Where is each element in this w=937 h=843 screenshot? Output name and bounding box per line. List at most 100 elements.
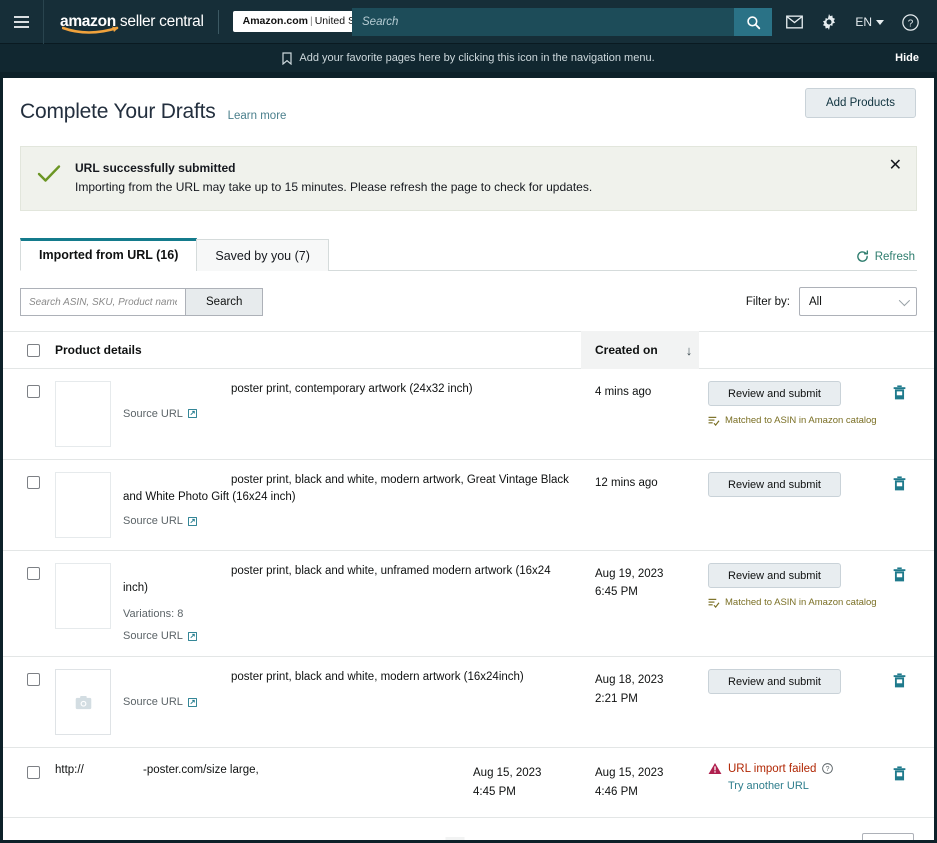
top-navigation-bar: amazon seller central Amazon.com|United … bbox=[0, 0, 937, 44]
amazon-seller-central-logo[interactable]: amazon seller central bbox=[60, 13, 204, 31]
matched-asin-badge: Matched to ASIN in Amazon catalog bbox=[708, 597, 916, 608]
marketplace-store: Amazon.com bbox=[243, 15, 308, 27]
search-icon bbox=[746, 15, 761, 30]
matched-list-icon bbox=[708, 598, 720, 608]
action-cell: URL import failed ? Try another URL bbox=[699, 762, 934, 801]
delete-draft-button[interactable] bbox=[893, 673, 906, 693]
product-cell: poster print, black and white, modern ar… bbox=[55, 472, 581, 538]
delete-draft-button[interactable] bbox=[893, 766, 906, 786]
global-search-input[interactable] bbox=[352, 8, 734, 36]
hide-favorites-bar-button[interactable]: Hide bbox=[895, 52, 919, 64]
hamburger-menu-icon[interactable] bbox=[0, 0, 44, 44]
source-url-link[interactable]: Source URL bbox=[123, 696, 197, 708]
success-alert-banner: URL successfully submitted Importing fro… bbox=[20, 146, 917, 211]
table-header-row: Product details Created on ↓ bbox=[3, 331, 934, 369]
url-cell: http:// -poster.com/size large, bbox=[55, 762, 463, 801]
select-all-checkbox[interactable] bbox=[27, 344, 40, 357]
product-cell: poster print, black and white, unframed … bbox=[55, 563, 581, 644]
matched-asin-label: Matched to ASIN in Amazon catalog bbox=[725, 415, 877, 426]
select-all-cell bbox=[3, 344, 55, 357]
action-cell: Review and submit Matched to ASIN in Ama… bbox=[699, 563, 934, 644]
help-circle-icon[interactable]: ? bbox=[902, 14, 919, 31]
product-name: poster print, contemporary artwork (24x3… bbox=[123, 381, 571, 398]
product-info: poster print, black and white, modern ar… bbox=[111, 472, 581, 538]
favorites-message: Add your favorite pages here by clicking… bbox=[299, 52, 654, 64]
help-circle-icon[interactable]: ? bbox=[822, 763, 833, 774]
row-checkbox[interactable] bbox=[27, 766, 40, 779]
variations-count: Variations: 8 bbox=[123, 608, 571, 620]
action-cell: Review and submit Matched to ASIN in Ama… bbox=[699, 381, 934, 447]
results-per-page-select[interactable]: 10 bbox=[862, 833, 914, 840]
global-search-button[interactable] bbox=[734, 8, 772, 36]
delete-draft-button[interactable] bbox=[893, 385, 906, 405]
page-title: Complete Your Drafts bbox=[20, 100, 216, 124]
source-url-link[interactable]: Source URL bbox=[123, 630, 197, 642]
submitted-time: 4:45 PM bbox=[473, 783, 581, 801]
delete-draft-button[interactable] bbox=[893, 567, 906, 587]
created-date: Aug 19, 2023 bbox=[595, 565, 699, 583]
global-search bbox=[352, 8, 772, 36]
source-url-link[interactable]: Source URL bbox=[123, 408, 197, 420]
product-thumbnail bbox=[55, 472, 111, 538]
created-time: 6:45 PM bbox=[595, 583, 699, 601]
tab-imported-from-url[interactable]: Imported from URL (16) bbox=[20, 238, 197, 271]
check-icon bbox=[37, 161, 61, 194]
tab-saved-by-you[interactable]: Saved by you (7) bbox=[196, 239, 329, 271]
review-and-submit-button[interactable]: Review and submit bbox=[708, 669, 841, 694]
try-another-url-link[interactable]: Try another URL bbox=[728, 780, 916, 792]
column-header-created-on[interactable]: Created on ↓ bbox=[581, 331, 699, 369]
source-url-label: Source URL bbox=[123, 408, 183, 420]
filter-control: Filter by: All bbox=[746, 287, 917, 316]
filter-select[interactable]: All bbox=[799, 287, 917, 316]
pagination-page-1[interactable]: 1 bbox=[445, 837, 464, 840]
warning-triangle-icon bbox=[708, 762, 722, 775]
trash-icon bbox=[893, 673, 906, 688]
language-selector[interactable]: EN bbox=[855, 15, 884, 29]
svg-text:?: ? bbox=[826, 766, 830, 773]
refresh-button[interactable]: Refresh bbox=[856, 250, 915, 263]
review-and-submit-button[interactable]: Review and submit bbox=[708, 563, 841, 588]
gear-icon[interactable] bbox=[821, 14, 837, 30]
external-link-icon bbox=[188, 632, 197, 641]
app-window: amazon seller central Amazon.com|United … bbox=[0, 0, 937, 843]
mail-icon[interactable] bbox=[786, 15, 803, 29]
product-search-input[interactable] bbox=[29, 297, 177, 308]
product-name: poster print, black and white, modern ar… bbox=[123, 472, 571, 505]
import-failed-label: URL import failed bbox=[728, 763, 816, 775]
review-and-submit-button[interactable]: Review and submit bbox=[708, 381, 841, 406]
row-checkbox[interactable] bbox=[27, 673, 40, 686]
product-search-button[interactable]: Search bbox=[185, 288, 263, 316]
close-icon[interactable]: ✕ bbox=[889, 158, 902, 174]
product-info: poster print, contemporary artwork (24x3… bbox=[111, 381, 581, 447]
page-header: Complete Your Drafts Learn more Add Prod… bbox=[3, 78, 934, 124]
row-checkbox[interactable] bbox=[27, 476, 40, 489]
created-on-cell: Aug 19, 2023 6:45 PM bbox=[581, 563, 699, 644]
created-time: 4:46 PM bbox=[595, 783, 699, 801]
product-info: poster print, black and white, modern ar… bbox=[111, 669, 581, 735]
delete-draft-button[interactable] bbox=[893, 476, 906, 496]
product-search-box bbox=[20, 288, 185, 316]
trash-icon bbox=[893, 385, 906, 400]
review-and-submit-button[interactable]: Review and submit bbox=[708, 472, 841, 497]
pagination-page-2[interactable]: 2 bbox=[473, 837, 492, 840]
action-cell: Review and submit bbox=[699, 669, 934, 735]
external-link-icon bbox=[188, 698, 197, 707]
row-checkbox[interactable] bbox=[27, 385, 40, 398]
results-per-page-control: Results per page 10 bbox=[765, 833, 914, 840]
nav-divider bbox=[218, 10, 219, 34]
learn-more-link[interactable]: Learn more bbox=[228, 103, 287, 122]
add-products-button[interactable]: Add Products bbox=[805, 88, 916, 118]
product-thumbnail bbox=[55, 381, 111, 447]
alert-title: URL successfully submitted bbox=[75, 161, 592, 175]
created-on-cell: Aug 18, 2023 2:21 PM bbox=[581, 669, 699, 735]
created-date: 12 mins ago bbox=[595, 474, 699, 492]
row-select-cell bbox=[3, 669, 55, 735]
table-toolbar: Search Filter by: All bbox=[20, 287, 917, 317]
source-url-link[interactable]: Source URL bbox=[123, 515, 197, 527]
product-cell: poster print, contemporary artwork (24x3… bbox=[55, 381, 581, 447]
row-checkbox[interactable] bbox=[27, 567, 40, 580]
chevron-down-icon bbox=[899, 294, 910, 305]
table-row: poster print, black and white, modern ar… bbox=[3, 657, 934, 748]
main-content: Complete Your Drafts Learn more Add Prod… bbox=[3, 78, 934, 840]
pagination: ‹ 1 2 › bbox=[432, 837, 505, 840]
